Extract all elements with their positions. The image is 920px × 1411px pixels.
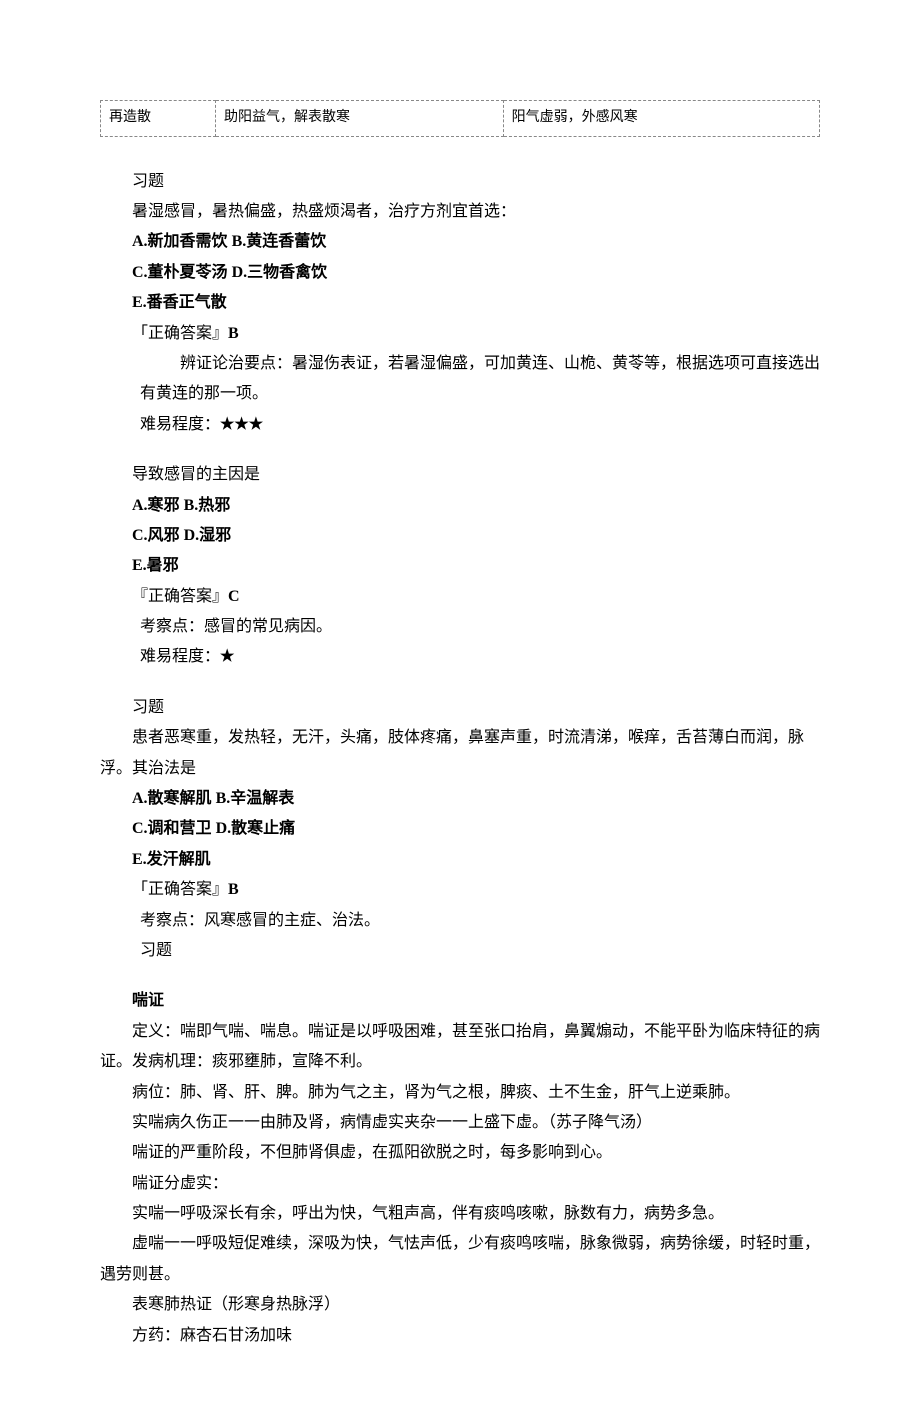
q1-answer-label: 「正确答案』	[132, 325, 228, 342]
q1-difficulty-label: 难易程度：	[140, 416, 220, 433]
chuan-p4: 喘证的严重阶段，不但肺肾俱虚，在孤阳欲脱之时，每多影响到心。	[100, 1138, 820, 1168]
chuan-p1: 定义：喘即气喘、喘息。喘证是以呼吸困难，甚至张口抬肩，鼻翼煽动，不能平卧为临床特…	[100, 1017, 820, 1078]
chuan-p2: 病位：肺、肾、肝、脾。肺为气之主，肾为气之根，脾痰、土不生金，肝气上逆乘肺。	[100, 1078, 820, 1108]
q3-options-ab: A.散寒解肌 B.辛温解表	[100, 784, 820, 814]
q3-opt-c: C.调和营卫	[132, 820, 216, 837]
q3-opt-e: E.发汗解肌	[100, 845, 820, 875]
q1-answer: 「正确答案』B	[100, 319, 820, 349]
q1-options-ab: A.新加香需饮 B.黄连香蕾饮	[100, 227, 820, 257]
q3-answer: 「正确答案』B	[100, 875, 820, 905]
q3-opt-b: B.辛温解表	[216, 790, 295, 807]
q2-difficulty-label: 难易程度：	[140, 648, 220, 665]
q2-answer-label: 『正确答案』	[132, 588, 228, 605]
q1-header: 习题	[100, 167, 820, 197]
q2-opt-d: D.湿邪	[184, 527, 232, 544]
table-row: 再造散 助阳益气，解表散寒 阳气虚弱，外感风寒	[101, 101, 820, 137]
q2-difficulty-stars: ★	[220, 648, 234, 665]
q3-stem: 患者恶寒重，发热轻，无汗，头痛，肢体疼痛，鼻塞声重，时流清涕，喉痒，舌苔薄白而润…	[100, 723, 820, 784]
q1-stem: 暑湿感冒，暑热偏盛，热盛烦渴者，治疗方剂宜首选：	[100, 197, 820, 227]
q2-stem: 导致感冒的主因是	[100, 460, 820, 490]
q2-opt-e: E.暑邪	[100, 551, 820, 581]
chuan-p3: 实喘病久伤正一一由肺及肾，病情虚实夹杂一一上盛下虚。（苏子降气汤）	[100, 1108, 820, 1138]
q2-answer-value: C	[228, 588, 240, 605]
cell-indication: 阳气虚弱，外感风寒	[503, 101, 819, 137]
q1-opt-e: E.番香正气散	[100, 288, 820, 318]
q3-answer-label: 「正确答案』	[132, 881, 228, 898]
q2-options-ab: A.寒邪 B.热邪	[100, 491, 820, 521]
q1-difficulty: 难易程度：★★★	[100, 410, 820, 440]
q1-answer-value: B	[228, 325, 239, 342]
q2-analysis: 考察点：感冒的常见病因。	[100, 612, 820, 642]
q3-footer: 习题	[100, 936, 820, 966]
q3-analysis: 考察点：风寒感冒的主症、治法。	[100, 906, 820, 936]
q1-opt-d: D.三物香禽饮	[232, 264, 328, 281]
q1-analysis: 辨证论治要点：暑湿伤表证，若暑湿偏盛，可加黄连、山桅、黄苓等，根据选项可直接选出…	[100, 349, 820, 410]
q3-options-cd: C.调和营卫 D.散寒止痛	[100, 814, 820, 844]
q1-opt-b: B.黄连香蕾饮	[232, 233, 327, 250]
q1-opt-c: C.董朴夏苓汤	[132, 264, 232, 281]
q3-opt-a: A.散寒解肌	[132, 790, 216, 807]
chuan-p7: 虚喘一一呼吸短促难续，深吸为快，气怯声低，少有痰鸣咳喘，脉象微弱，病势徐缓，时轻…	[100, 1229, 820, 1290]
q1-difficulty-stars: ★★★	[220, 416, 263, 433]
q3-header: 习题	[100, 693, 820, 723]
chuan-p9: 方药：麻杏石甘汤加味	[100, 1321, 820, 1351]
q2-answer: 『正确答案』C	[100, 582, 820, 612]
cell-function: 助阳益气，解表散寒	[216, 101, 504, 137]
q1-opt-a: A.新加香需饮	[132, 233, 232, 250]
prescription-table: 再造散 助阳益气，解表散寒 阳气虚弱，外感风寒	[100, 100, 820, 137]
q3-answer-value: B	[228, 881, 239, 898]
cell-name: 再造散	[101, 101, 216, 137]
q2-difficulty: 难易程度：★	[100, 642, 820, 672]
chuan-p5: 喘证分虚实：	[100, 1169, 820, 1199]
chuan-p6: 实喘一呼吸深长有余，呼出为快，气粗声高，伴有痰鸣咳嗽，脉数有力，病势多急。	[100, 1199, 820, 1229]
chuan-p8: 表寒肺热证（形寒身热脉浮）	[100, 1290, 820, 1320]
q2-opt-a: A.寒邪	[132, 497, 184, 514]
q1-options-cd: C.董朴夏苓汤 D.三物香禽饮	[100, 258, 820, 288]
q2-opt-c: C.风邪	[132, 527, 184, 544]
q2-options-cd: C.风邪 D.湿邪	[100, 521, 820, 551]
q3-opt-d: D.散寒止痛	[216, 820, 296, 837]
chuan-title: 喘证	[100, 986, 820, 1016]
q2-opt-b: B.热邪	[184, 497, 231, 514]
